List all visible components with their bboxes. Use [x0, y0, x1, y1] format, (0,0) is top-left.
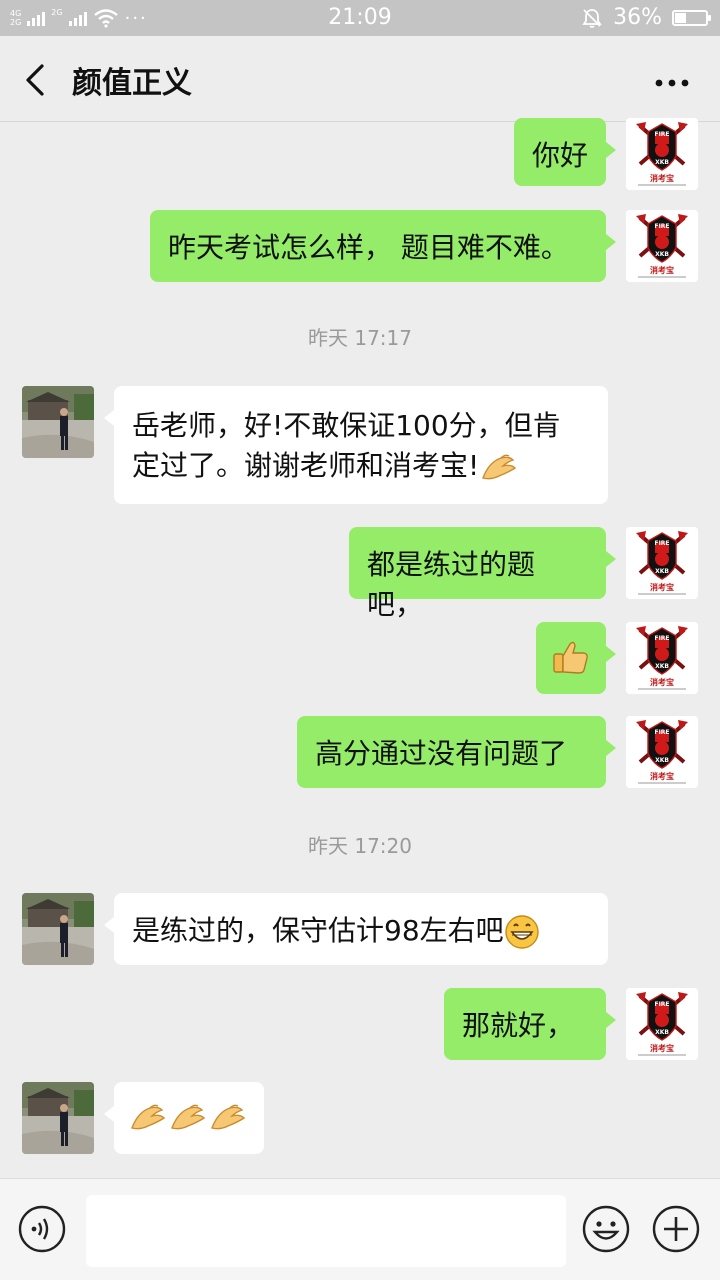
svg-text:XKB: XKB	[655, 251, 669, 258]
fire-logo-avatar-icon: FIRE XKB 消考宝	[626, 622, 698, 694]
message-text: 是练过的，保守估计98左右吧	[132, 914, 504, 947]
chevron-left-icon[interactable]	[18, 60, 54, 100]
message-bubble-received[interactable]	[104, 1082, 264, 1154]
timestamp: 昨天 17:17	[308, 326, 412, 350]
battery-fill	[675, 12, 686, 23]
message-text: 昨天考试怎么样， 题目难不难。	[168, 231, 569, 264]
battery-icon	[672, 9, 711, 26]
avatar-contact[interactable]	[22, 386, 94, 458]
svg-text:FIRE: FIRE	[654, 131, 669, 138]
message-text: 高分通过没有问题了	[315, 737, 568, 770]
svg-text:消考宝: 消考宝	[650, 1043, 674, 1053]
svg-text:FIRE: FIRE	[654, 540, 669, 547]
avatar-me[interactable]: FIRE XKB 消考宝	[626, 527, 698, 599]
avatar-contact[interactable]	[22, 893, 94, 965]
svg-text:XKB: XKB	[655, 757, 669, 764]
svg-text:XKB: XKB	[655, 159, 669, 166]
message-bubble-sent[interactable]: 昨天考试怎么样， 题目难不难。	[150, 210, 616, 282]
status-right: 36%	[581, 5, 711, 30]
avatar-me[interactable]: FIRE XKB 消考宝	[626, 118, 698, 190]
avatar-me[interactable]: FIRE XKB 消考宝	[626, 210, 698, 282]
contact-photo-avatar-icon	[22, 893, 94, 965]
message-text: 岳老师，好!不敢保证100分，但肯	[132, 409, 561, 442]
mute-bell-icon	[582, 8, 602, 28]
message-bubble-received[interactable]: 岳老师，好!不敢保证100分，但肯 定过了。谢谢老师和消考宝!	[104, 386, 608, 504]
svg-text:XKB: XKB	[655, 663, 669, 670]
avatar-me[interactable]: FIRE XKB 消考宝	[626, 622, 698, 694]
message-bubble-sent[interactable]: 高分通过没有问题了	[297, 716, 616, 788]
svg-text:XKB: XKB	[655, 1029, 669, 1036]
svg-text:XKB: XKB	[655, 568, 669, 575]
grinning-emoji-icon	[504, 915, 539, 949]
emoji-icon[interactable]	[582, 1205, 630, 1253]
timestamp: 昨天 17:20	[308, 834, 412, 858]
fire-logo-avatar-icon: FIRE XKB 消考宝	[626, 716, 698, 788]
input-bar	[0, 1178, 720, 1280]
fire-logo-avatar-icon: FIRE XKB 消考宝	[626, 988, 698, 1060]
avatar-contact[interactable]	[22, 1082, 94, 1154]
svg-text:消考宝: 消考宝	[650, 677, 674, 687]
message-bubble-sent[interactable]: 都是练过的题吧，	[349, 527, 616, 621]
message-bubble-sent[interactable]	[536, 622, 616, 694]
avatar-me[interactable]: FIRE XKB 消考宝	[626, 716, 698, 788]
voice-icon[interactable]	[18, 1205, 66, 1253]
ok-hand-emoji-icon	[482, 454, 517, 480]
fire-logo-avatar-icon: FIRE XKB 消考宝	[626, 210, 698, 282]
contact-photo-avatar-icon	[22, 386, 94, 458]
message-text: 都是练过的题吧，	[367, 548, 536, 621]
svg-text:消考宝: 消考宝	[650, 265, 674, 275]
plus-icon[interactable]	[652, 1205, 700, 1253]
more-dots-icon[interactable]	[654, 62, 690, 95]
message-text: 定过了。谢谢老师和消考宝!	[132, 449, 480, 482]
svg-text:FIRE: FIRE	[654, 1001, 669, 1008]
message-text: 那就好，	[462, 1009, 575, 1042]
svg-text:FIRE: FIRE	[654, 729, 669, 736]
thumbs-up-emoji-icon	[553, 641, 588, 674]
svg-text:消考宝: 消考宝	[650, 771, 674, 781]
message-bubble-sent[interactable]: 那就好，	[444, 988, 616, 1060]
svg-text:消考宝: 消考宝	[650, 582, 674, 592]
title-bar: 颜值正义	[0, 36, 720, 122]
svg-text:消考宝: 消考宝	[650, 173, 674, 183]
ok-hand-emoji-icon	[131, 1104, 246, 1130]
message-bubble-received[interactable]: 是练过的，保守估计98左右吧	[104, 893, 608, 965]
svg-text:FIRE: FIRE	[654, 223, 669, 230]
status-bar: 4G 2G 2G ··· 21:09 36%	[0, 0, 720, 36]
avatar-me[interactable]: FIRE XKB 消考宝	[626, 988, 698, 1060]
battery-percent: 36%	[613, 5, 662, 30]
message-text: 你好	[532, 139, 589, 172]
chat-title: 颜值正义	[72, 66, 192, 101]
fire-logo-avatar-icon: FIRE XKB 消考宝	[626, 527, 698, 599]
message-input[interactable]	[86, 1195, 566, 1267]
svg-text:FIRE: FIRE	[654, 635, 669, 642]
fire-logo-avatar-icon: FIRE XKB 消考宝	[626, 118, 698, 190]
message-bubble-sent[interactable]: 你好	[514, 118, 616, 186]
contact-photo-avatar-icon	[22, 1082, 94, 1154]
